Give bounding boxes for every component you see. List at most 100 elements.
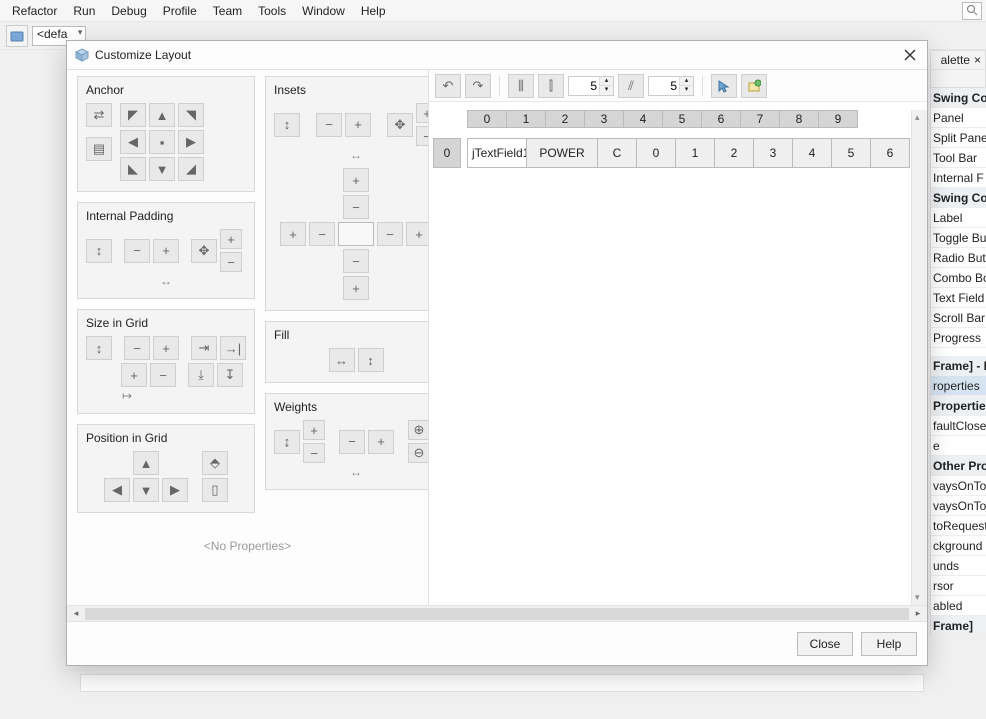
pad-h-icon[interactable]: ⫼ xyxy=(508,74,534,98)
column-header[interactable]: 1 xyxy=(506,110,546,128)
gridw-plus[interactable]: + xyxy=(153,336,179,360)
undo-icon[interactable]: ↶ xyxy=(435,74,461,98)
gridw-minus[interactable]: − xyxy=(124,336,150,360)
column-header[interactable]: 9 xyxy=(818,110,858,128)
grid-designer[interactable]: 0123456789 0 jTextField1POWERC0123456 xyxy=(429,102,927,605)
redo-icon[interactable]: ↷ xyxy=(465,74,491,98)
weight-max-plus[interactable]: ⊕ xyxy=(408,420,428,440)
menu-item[interactable]: Run xyxy=(65,2,103,20)
gridh-minus[interactable]: − xyxy=(150,363,176,387)
scroll-right-icon[interactable]: ▸ xyxy=(911,608,925,619)
palette-item[interactable]: e xyxy=(931,436,986,456)
insets-all-minus[interactable]: − xyxy=(316,113,342,137)
palette-item[interactable]: Radio But xyxy=(931,248,986,268)
button-cell[interactable]: POWER xyxy=(526,138,598,168)
gridh-plus[interactable]: + xyxy=(121,363,147,387)
palette-item[interactable]: Progress xyxy=(931,328,986,348)
palette-item[interactable]: vaysOnTop xyxy=(931,476,986,496)
vertical-scrollbar[interactable] xyxy=(911,110,927,605)
palette-item[interactable]: unds xyxy=(931,556,986,576)
test-layout-icon[interactable] xyxy=(741,74,767,98)
move-icon[interactable]: ✥ xyxy=(191,239,217,263)
inset-bottom-minus[interactable]: − xyxy=(343,249,369,273)
button-cell[interactable]: C xyxy=(597,138,637,168)
button-cell[interactable]: 4 xyxy=(792,138,832,168)
anchor-s[interactable]: ▼ xyxy=(149,157,175,181)
weightx-minus[interactable]: − xyxy=(303,443,325,463)
fill-vertical[interactable]: ↕ xyxy=(358,348,384,372)
palette-item[interactable]: Scroll Bar xyxy=(931,308,986,328)
insets-move-icon[interactable]: ✥ xyxy=(387,113,413,137)
pos-right[interactable]: ▶ xyxy=(162,478,188,502)
button-cell[interactable]: 3 xyxy=(753,138,793,168)
pos-up[interactable]: ▲ xyxy=(133,451,159,475)
anchor-sw[interactable]: ◣ xyxy=(120,157,146,181)
gap-h-value[interactable] xyxy=(569,77,599,95)
palette-item[interactable]: Label xyxy=(931,208,986,228)
ipad-v-minus[interactable]: − xyxy=(220,252,242,272)
column-header[interactable]: 2 xyxy=(545,110,585,128)
column-header[interactable]: 7 xyxy=(740,110,780,128)
search-box[interactable] xyxy=(962,2,982,20)
anchor-page-icon[interactable]: ▤ xyxy=(86,137,112,161)
button-cell[interactable]: 5 xyxy=(831,138,871,168)
selection-icon[interactable] xyxy=(711,74,737,98)
insets-both-plus[interactable]: + xyxy=(416,103,428,123)
column-header[interactable]: 4 xyxy=(623,110,663,128)
spin-down[interactable]: ▾ xyxy=(679,86,693,95)
palette-item[interactable]: Tool Bar xyxy=(931,148,986,168)
weights-v-icon[interactable]: ↨ xyxy=(274,430,300,454)
weight-h-minus[interactable]: − xyxy=(339,430,365,454)
ipad-h-plus[interactable]: + xyxy=(153,239,179,263)
help-button[interactable]: Help xyxy=(861,632,917,656)
inset-left-plus[interactable]: + xyxy=(280,222,306,246)
ipad-h-minus[interactable]: − xyxy=(124,239,150,263)
button-cell[interactable]: 0 xyxy=(636,138,676,168)
row-header[interactable]: 0 xyxy=(433,138,461,168)
inset-left-minus[interactable]: − xyxy=(309,222,335,246)
palette-item[interactable]: ckground xyxy=(931,536,986,556)
inset-bottom-plus[interactable]: + xyxy=(343,276,369,300)
palette-item[interactable]: Split Pane xyxy=(931,128,986,148)
dialog-close-button[interactable] xyxy=(901,46,919,64)
pos-link2-icon[interactable]: ▯ xyxy=(202,478,228,502)
close-button[interactable]: Close xyxy=(797,632,853,656)
spin-up[interactable]: ▴ xyxy=(679,77,693,86)
palette-item[interactable]: vaysOnTop xyxy=(931,496,986,516)
palette-tab-label[interactable]: alette xyxy=(941,53,970,67)
menu-item[interactable]: Help xyxy=(353,2,394,20)
inset-right-plus[interactable]: + xyxy=(406,222,428,246)
pos-left[interactable]: ◀ xyxy=(104,478,130,502)
anchor-e[interactable]: ▶ xyxy=(178,130,204,154)
palette-item[interactable]: abled xyxy=(931,596,986,616)
inset-right-minus[interactable]: − xyxy=(377,222,403,246)
gap-v-spinner[interactable]: ▴▾ xyxy=(648,76,694,96)
ipad-v-plus[interactable]: + xyxy=(220,229,242,249)
textfield-cell[interactable]: jTextField1 xyxy=(467,138,527,168)
spin-up[interactable]: ▴ xyxy=(599,77,613,86)
column-header[interactable]: 6 xyxy=(701,110,741,128)
dialog-hscrollbar[interactable]: ◂ ▸ xyxy=(67,605,927,621)
anchor-n[interactable]: ▲ xyxy=(149,103,175,127)
fill-horizontal[interactable]: ↔ xyxy=(329,348,355,372)
weight-max-minus[interactable]: ⊖ xyxy=(408,443,428,463)
close-icon[interactable]: × xyxy=(974,53,981,67)
gap-h-spinner[interactable]: ▴▾ xyxy=(568,76,614,96)
anchor-ne[interactable]: ◥ xyxy=(178,103,204,127)
vresize-icon[interactable]: ↕ xyxy=(86,336,112,360)
column-header[interactable]: 3 xyxy=(584,110,624,128)
palette-item[interactable]: roperties xyxy=(931,376,986,396)
column-header[interactable]: 5 xyxy=(662,110,702,128)
palette-item[interactable]: Combo Bo xyxy=(931,268,986,288)
insets-all-plus[interactable]: + xyxy=(345,113,371,137)
button-cell[interactable]: 2 xyxy=(714,138,754,168)
expand-right-icon[interactable]: →| xyxy=(220,336,246,360)
insets-v-icon[interactable]: ↕ xyxy=(274,113,300,137)
pos-down[interactable]: ▼ xyxy=(133,478,159,502)
anchor-c[interactable]: ▪ xyxy=(149,130,175,154)
menu-item[interactable]: Tools xyxy=(250,2,294,20)
anchor-w[interactable]: ◀ xyxy=(120,130,146,154)
inset-top-plus[interactable]: + xyxy=(343,168,369,192)
weight-h-plus[interactable]: + xyxy=(368,430,394,454)
palette-item[interactable]: Text Field xyxy=(931,288,986,308)
